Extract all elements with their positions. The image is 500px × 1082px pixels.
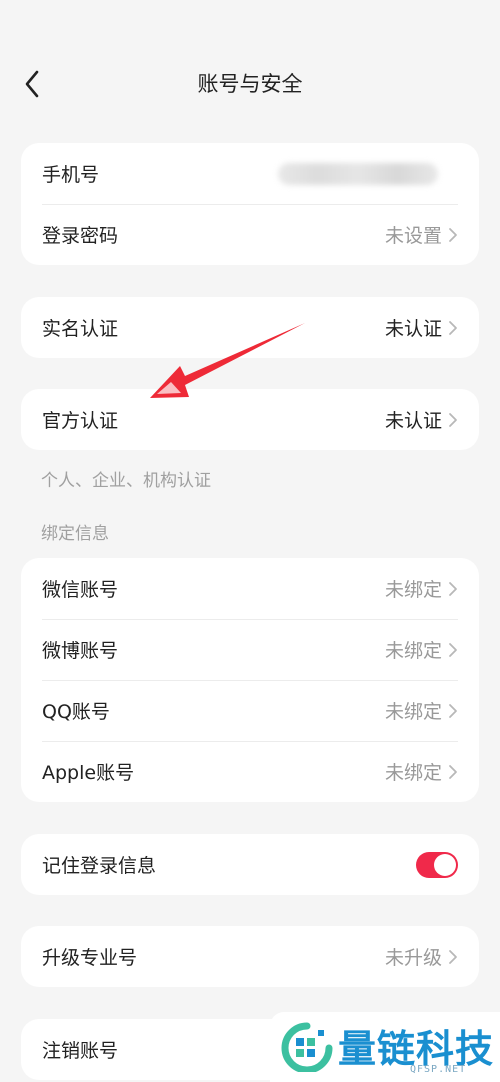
chevron-right-icon bbox=[448, 412, 458, 428]
account-card: 手机号 登录密码 未设置 bbox=[21, 143, 479, 265]
page-title: 账号与安全 bbox=[197, 72, 303, 96]
remember-row: 记住登录信息 bbox=[21, 834, 479, 895]
binding-label: QQ账号 bbox=[42, 701, 110, 723]
brand-logo-icon bbox=[281, 1022, 333, 1072]
official-value: 未认证 bbox=[384, 410, 442, 432]
chevron-right-icon bbox=[448, 320, 458, 336]
phone-label: 手机号 bbox=[42, 164, 100, 186]
watermark: 量链科技 QFSP.NET bbox=[270, 1012, 500, 1082]
bindings-card: 微信账号 未绑定 微博账号 未绑定 QQ账号 未绑定 Apple账号 未绑定 bbox=[21, 558, 479, 802]
password-label: 登录密码 bbox=[42, 225, 119, 247]
official-label: 官方认证 bbox=[42, 410, 119, 432]
binding-row-wechat[interactable]: 微信账号 未绑定 bbox=[21, 558, 479, 619]
official-note: 个人、企业、机构认证 bbox=[41, 471, 211, 491]
binding-row-apple[interactable]: Apple账号 未绑定 bbox=[21, 741, 479, 802]
binding-row-qq[interactable]: QQ账号 未绑定 bbox=[21, 680, 479, 741]
phone-row[interactable]: 手机号 bbox=[21, 143, 479, 204]
remember-toggle[interactable] bbox=[416, 851, 458, 878]
chevron-right-icon bbox=[448, 703, 458, 719]
remember-card: 记住登录信息 bbox=[21, 834, 479, 895]
remember-label: 记住登录信息 bbox=[42, 855, 157, 877]
nav-bar: 账号与安全 bbox=[0, 48, 500, 118]
bindings-section-title: 绑定信息 bbox=[41, 524, 109, 544]
binding-label: Apple账号 bbox=[42, 762, 135, 784]
upgrade-card: 升级专业号 未升级 bbox=[21, 926, 479, 987]
binding-value: 未绑定 bbox=[384, 762, 442, 784]
chevron-right-icon bbox=[448, 642, 458, 658]
upgrade-label: 升级专业号 bbox=[42, 947, 138, 969]
chevron-right-icon bbox=[448, 949, 458, 965]
binding-label: 微信账号 bbox=[42, 579, 119, 601]
password-value: 未设置 bbox=[384, 225, 442, 247]
chevron-right-icon bbox=[448, 227, 458, 243]
binding-value: 未绑定 bbox=[384, 701, 442, 723]
binding-label: 微博账号 bbox=[42, 640, 119, 662]
phone-number-blurred bbox=[278, 162, 438, 185]
chevron-right-icon bbox=[448, 764, 458, 780]
chevron-right-icon bbox=[448, 581, 458, 597]
toggle-knob bbox=[434, 853, 456, 876]
password-row[interactable]: 登录密码 未设置 bbox=[21, 204, 479, 265]
annotation-arrow-icon bbox=[150, 323, 305, 398]
binding-row-weibo[interactable]: 微博账号 未绑定 bbox=[21, 619, 479, 680]
binding-value: 未绑定 bbox=[384, 579, 442, 601]
realname-value: 未认证 bbox=[384, 318, 442, 340]
brand-domain: QFSP.NET bbox=[410, 1064, 467, 1075]
binding-value: 未绑定 bbox=[384, 640, 442, 662]
upgrade-row[interactable]: 升级专业号 未升级 bbox=[21, 926, 479, 987]
upgrade-value: 未升级 bbox=[384, 947, 442, 969]
